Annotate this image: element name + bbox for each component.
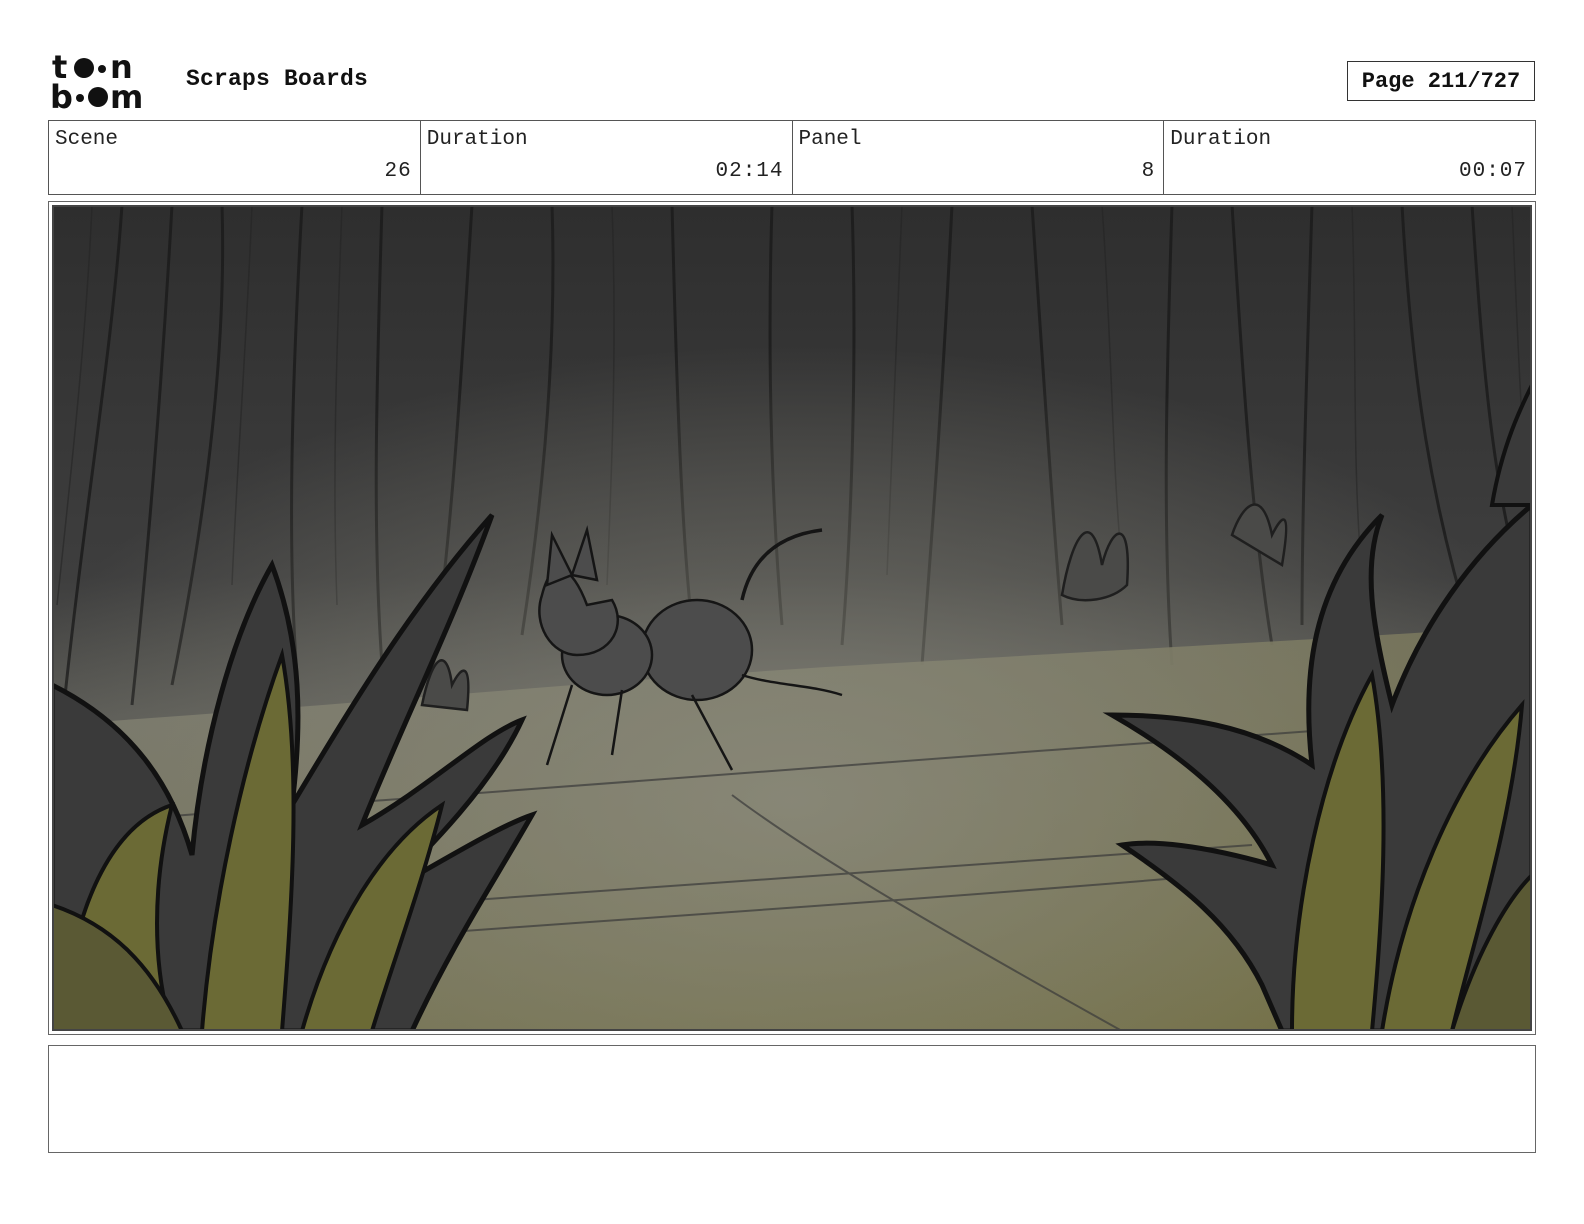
panel-notes-box xyxy=(48,1045,1536,1153)
logo-graphic: t n b m xyxy=(50,48,143,116)
forest-scene-drawing xyxy=(52,205,1532,1031)
svg-text:m: m xyxy=(110,78,143,112)
scene-duration-cell: Duration 02:14 xyxy=(421,121,793,194)
panel-value: 8 xyxy=(1141,160,1156,183)
panel-cell: Panel 8 xyxy=(793,121,1165,194)
scene-value: 26 xyxy=(384,160,412,183)
panel-label: Panel xyxy=(798,128,862,151)
scene-label: Scene xyxy=(55,128,119,151)
storyboard-panel-image xyxy=(52,205,1532,1031)
panel-duration-value: 00:07 xyxy=(1458,160,1527,183)
scene-duration-value: 02:14 xyxy=(715,160,784,183)
panel-duration-label: Duration xyxy=(1170,128,1272,151)
panel-duration-cell: Duration 00:07 xyxy=(1164,121,1535,194)
svg-text:b: b xyxy=(50,78,73,112)
page-indicator: Page 211/727 xyxy=(1347,61,1535,101)
document-title: Scraps Boards xyxy=(186,66,369,92)
scene-info-table: Scene 26 Duration 02:14 Panel 8 Duration… xyxy=(48,120,1536,195)
scene-duration-label: Duration xyxy=(426,128,528,151)
toon-boom-logo: t n b m xyxy=(50,48,164,116)
scene-cell: Scene 26 xyxy=(49,121,421,194)
